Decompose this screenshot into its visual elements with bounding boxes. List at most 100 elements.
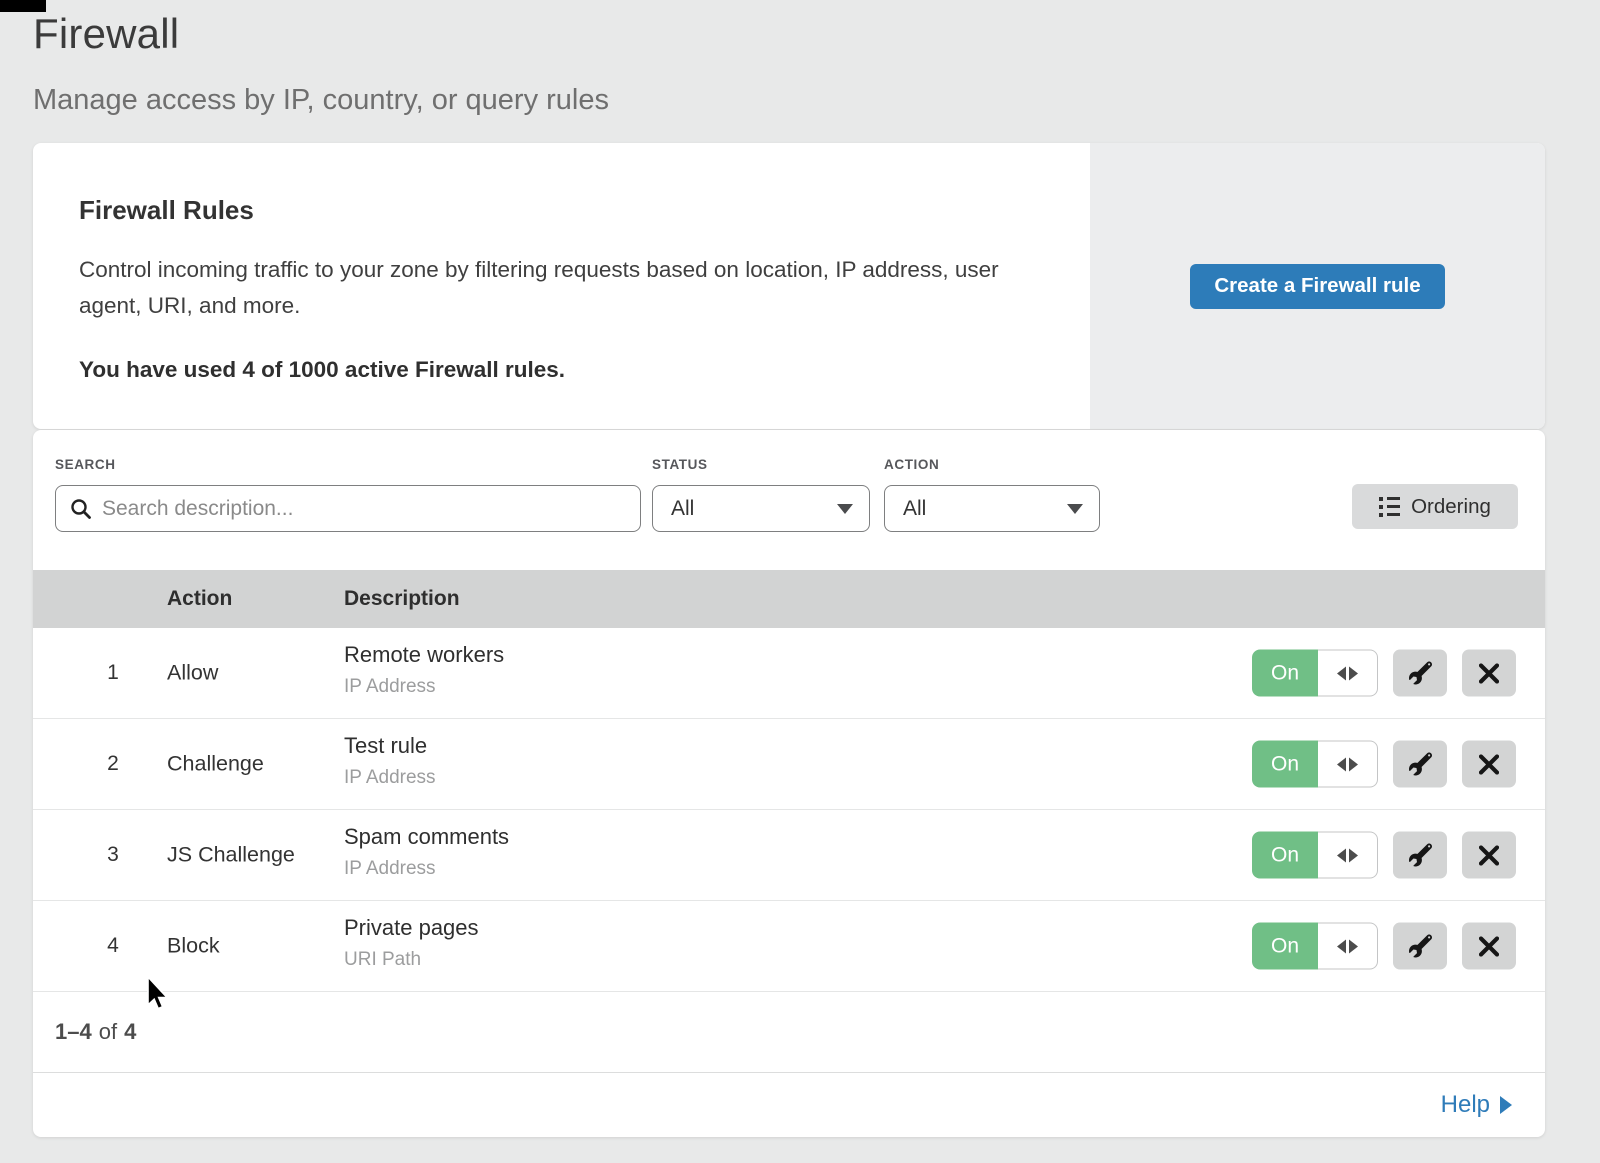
table-row: 4 Block Private pages URI Path On [33,901,1545,992]
rule-row-controls: On [1252,832,1516,879]
table-row: 1 Allow Remote workers IP Address On [33,628,1545,719]
left-arrow-icon [1337,757,1346,771]
ordering-button-label: Ordering [1411,495,1491,519]
rule-row-controls: On [1252,650,1516,697]
close-icon [1479,845,1499,865]
rule-description-cell: Test rule IP Address [344,733,436,789]
toggle-on-button[interactable]: On [1252,832,1318,879]
rule-toggle: On [1252,741,1378,788]
left-arrow-icon [1337,939,1346,953]
right-arrow-icon [1349,848,1358,862]
help-link-label: Help [1441,1091,1490,1119]
rule-description-cell: Private pages URI Path [344,915,479,971]
page-subtitle: Manage access by IP, country, or query r… [33,84,609,117]
rule-priority-number: 4 [89,934,137,958]
help-row: Help [33,1073,1545,1136]
rule-row-controls: On [1252,741,1516,788]
rule-priority-number: 1 [89,661,137,685]
wrench-icon [1409,662,1432,685]
pagination: 1–4 of 4 [33,992,1545,1073]
ordering-button[interactable]: Ordering [1352,484,1518,529]
help-link[interactable]: Help [1441,1091,1512,1119]
reorder-handle[interactable] [1318,741,1378,788]
toggle-on-button[interactable]: On [1252,741,1318,788]
firewall-rules-info-card: Firewall Rules Control incoming traffic … [33,143,1545,429]
rule-description: Remote workers [344,642,504,668]
left-arrow-icon [1337,848,1346,862]
delete-rule-button[interactable] [1462,650,1516,697]
delete-rule-button[interactable] [1462,923,1516,970]
rule-description: Private pages [344,915,479,941]
edit-rule-button[interactable] [1393,741,1447,788]
close-icon [1479,936,1499,956]
search-box[interactable] [55,485,641,532]
rules-usage-summary: You have used 4 of 1000 active Firewall … [79,357,1030,383]
close-icon [1479,754,1499,774]
page-header: Firewall Manage access by IP, country, o… [33,10,609,117]
status-select[interactable]: All [652,485,870,532]
rule-priority-number: 3 [89,843,137,867]
rule-description-cell: Remote workers IP Address [344,642,504,698]
rule-action: Challenge [167,752,264,777]
rule-description: Test rule [344,733,436,759]
filter-bar: SEARCH STATUS All ACTION All [33,430,1545,570]
rule-priority-number: 2 [89,752,137,776]
table-row: 3 JS Challenge Spam comments IP Address … [33,810,1545,901]
reorder-handle[interactable] [1318,832,1378,879]
chevron-down-icon [1067,504,1083,514]
search-input[interactable] [102,497,626,521]
wrench-icon [1409,753,1432,776]
right-arrow-icon [1349,666,1358,680]
firewall-rules-list-card: SEARCH STATUS All ACTION All [33,430,1545,1137]
toggle-on-button[interactable]: On [1252,650,1318,697]
page-title: Firewall [33,10,609,58]
info-card-title: Firewall Rules [79,195,1030,226]
reorder-handle[interactable] [1318,650,1378,697]
search-icon [70,498,92,520]
right-arrow-icon [1349,939,1358,953]
action-select[interactable]: All [884,485,1100,532]
create-firewall-rule-button[interactable]: Create a Firewall rule [1190,264,1444,309]
wrench-icon [1409,844,1432,867]
rule-toggle: On [1252,650,1378,697]
rule-match-type: URI Path [344,949,479,971]
column-header-description: Description [344,570,460,628]
status-selected-value: All [671,497,694,521]
rule-description-cell: Spam comments IP Address [344,824,509,880]
status-label: STATUS [652,457,870,472]
rule-toggle: On [1252,832,1378,879]
table-row: 2 Challenge Test rule IP Address On [33,719,1545,810]
ordered-list-icon [1379,497,1400,517]
edit-rule-button[interactable] [1393,650,1447,697]
reorder-handle[interactable] [1318,923,1378,970]
right-arrow-icon [1349,757,1358,771]
left-arrow-icon [1337,666,1346,680]
action-selected-value: All [903,497,926,521]
search-filter-group: SEARCH [55,457,641,532]
rule-action: Block [167,934,220,959]
pagination-of-label: of [99,1019,117,1045]
rule-match-type: IP Address [344,858,509,880]
rule-row-controls: On [1252,923,1516,970]
pagination-range: 1–4 [55,1019,92,1045]
rule-description: Spam comments [344,824,509,850]
info-card-action-panel: Create a Firewall rule [1090,143,1545,429]
rule-toggle: On [1252,923,1378,970]
toggle-on-button[interactable]: On [1252,923,1318,970]
delete-rule-button[interactable] [1462,741,1516,788]
close-icon [1479,663,1499,683]
edit-rule-button[interactable] [1393,832,1447,879]
column-header-action: Action [167,570,232,628]
wrench-icon [1409,935,1432,958]
edit-rule-button[interactable] [1393,923,1447,970]
status-filter-group: STATUS All [652,457,870,532]
search-label: SEARCH [55,457,641,472]
info-card-description: Control incoming traffic to your zone by… [79,252,1029,324]
action-filter-group: ACTION All [884,457,1100,532]
rule-action: Allow [167,661,218,686]
action-label: ACTION [884,457,1100,472]
table-header: Action Description [33,570,1545,628]
chevron-down-icon [837,504,853,514]
delete-rule-button[interactable] [1462,832,1516,879]
rule-match-type: IP Address [344,767,436,789]
